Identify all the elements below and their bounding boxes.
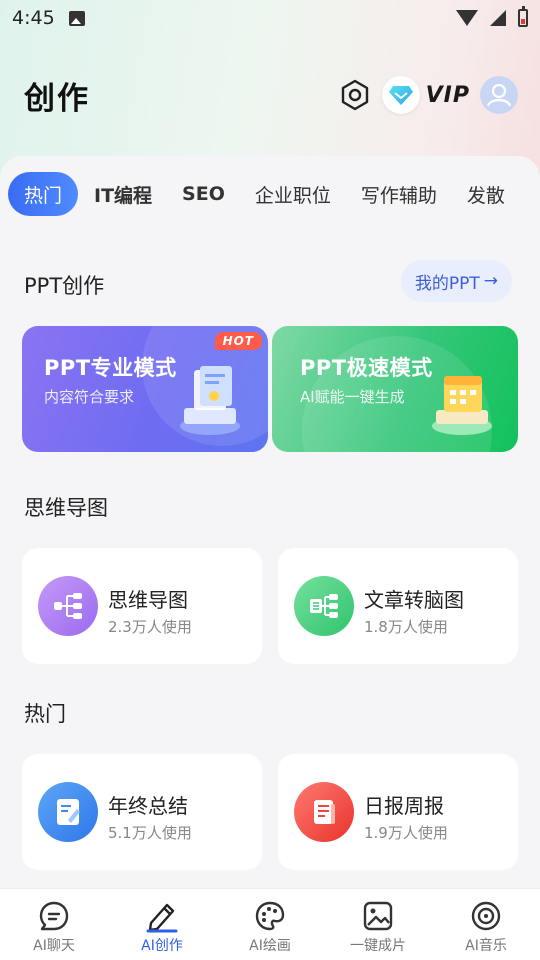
mindmap-icon (38, 576, 98, 636)
tool-usage: 5.1万人使用 (108, 824, 192, 842)
ppt-fast-title: PPT极速模式 (300, 356, 433, 380)
document-stack-icon (180, 366, 240, 435)
my-ppt-button[interactable]: 我的PPT → (400, 260, 512, 302)
nav-ai-music[interactable]: AI音乐 (432, 889, 540, 960)
user-icon (486, 83, 512, 107)
ppt-section-title: PPT创作 (24, 274, 105, 298)
pen-icon (146, 903, 178, 933)
tab-hot[interactable]: 热门 (8, 172, 79, 216)
page-header: 创作 VIP (0, 60, 540, 130)
wifi-icon (456, 10, 478, 26)
tool-card-mindmap[interactable]: 思维导图 2.3万人使用 (22, 548, 262, 664)
nav-ai-paint[interactable]: AI绘画 (216, 889, 324, 960)
status-indicators (456, 6, 528, 27)
tool-card-article-to-mindmap[interactable]: 文章转脑图 1.8万人使用 (278, 548, 518, 664)
nav-label: AI绘画 (249, 938, 291, 954)
nav-one-click-video[interactable]: 一键成片 (324, 889, 432, 960)
tool-name: 年终总结 (108, 794, 188, 818)
vip-label: VIP (425, 82, 470, 108)
tool-card-year-summary[interactable]: 年终总结 5.1万人使用 (22, 754, 262, 870)
ppt-fast-subtitle: AI赋能一键生成 (300, 388, 405, 406)
tool-usage: 2.3万人使用 (108, 618, 192, 636)
gallery-notification-icon (68, 10, 85, 26)
tab-it-programming[interactable]: IT编程 (94, 172, 152, 216)
calendar-stack-icon (432, 376, 492, 435)
ppt-pro-mode-card[interactable]: HOT PPT专业模式 内容符合要求 (22, 326, 268, 452)
hot-badge: HOT (214, 332, 262, 350)
status-bar: 4:45 (0, 0, 540, 36)
my-ppt-label: 我的PPT (414, 273, 480, 294)
nav-ai-create[interactable]: AI创作 (108, 889, 216, 960)
vip-button[interactable]: VIP (381, 76, 470, 114)
mindmap-section-title: 思维导图 (24, 496, 108, 520)
image-icon (363, 901, 393, 931)
status-time: 4:45 (12, 7, 55, 29)
vip-diamond-icon (381, 76, 420, 114)
category-tabs: 热门 IT编程 SEO 企业职位 写作辅助 发散 (0, 170, 540, 218)
tool-usage: 1.8万人使用 (364, 618, 448, 636)
tab-writing-assist[interactable]: 写作辅助 (361, 172, 437, 216)
nav-label: 一键成片 (350, 938, 406, 954)
bottom-navigation: AI聊天 AI创作 AI绘画 一键成片 AI音乐 (0, 888, 540, 960)
palette-icon (255, 901, 285, 931)
tool-name: 日报周报 (364, 794, 444, 818)
tool-name: 思维导图 (108, 588, 188, 612)
tool-usage: 1.9万人使用 (364, 824, 448, 842)
hot-section-title: 热门 (24, 702, 66, 726)
page-title: 创作 (24, 80, 90, 117)
daily-report-icon (294, 782, 354, 842)
nav-ai-chat[interactable]: AI聊天 (0, 889, 108, 960)
signal-icon (490, 10, 506, 26)
nav-label: AI音乐 (465, 938, 507, 954)
content-panel: 热门 IT编程 SEO 企业职位 写作辅助 发散 PPT创作 我的PPT → H… (0, 156, 540, 888)
ppt-pro-subtitle: 内容符合要求 (44, 388, 135, 406)
tool-name: 文章转脑图 (364, 588, 464, 612)
article-to-mindmap-icon (294, 576, 354, 636)
nav-label: AI创作 (141, 938, 183, 954)
tab-seo[interactable]: SEO (182, 172, 225, 216)
chat-icon (39, 901, 69, 931)
arrow-right-icon: → (483, 271, 498, 291)
ppt-pro-title: PPT专业模式 (44, 356, 177, 380)
music-disc-icon (471, 901, 501, 931)
tab-divergent[interactable]: 发散 (467, 172, 505, 216)
ppt-fast-mode-card[interactable]: PPT极速模式 AI赋能一键生成 (272, 326, 518, 452)
tab-enterprise-jobs[interactable]: 企业职位 (255, 172, 331, 216)
nav-label: AI聊天 (33, 938, 75, 954)
avatar[interactable] (480, 76, 518, 114)
battery-icon (518, 6, 528, 27)
settings-icon[interactable] (338, 78, 372, 112)
tool-card-daily-report[interactable]: 日报周报 1.9万人使用 (278, 754, 518, 870)
year-summary-icon (38, 782, 98, 842)
header-actions: VIP (338, 76, 518, 114)
